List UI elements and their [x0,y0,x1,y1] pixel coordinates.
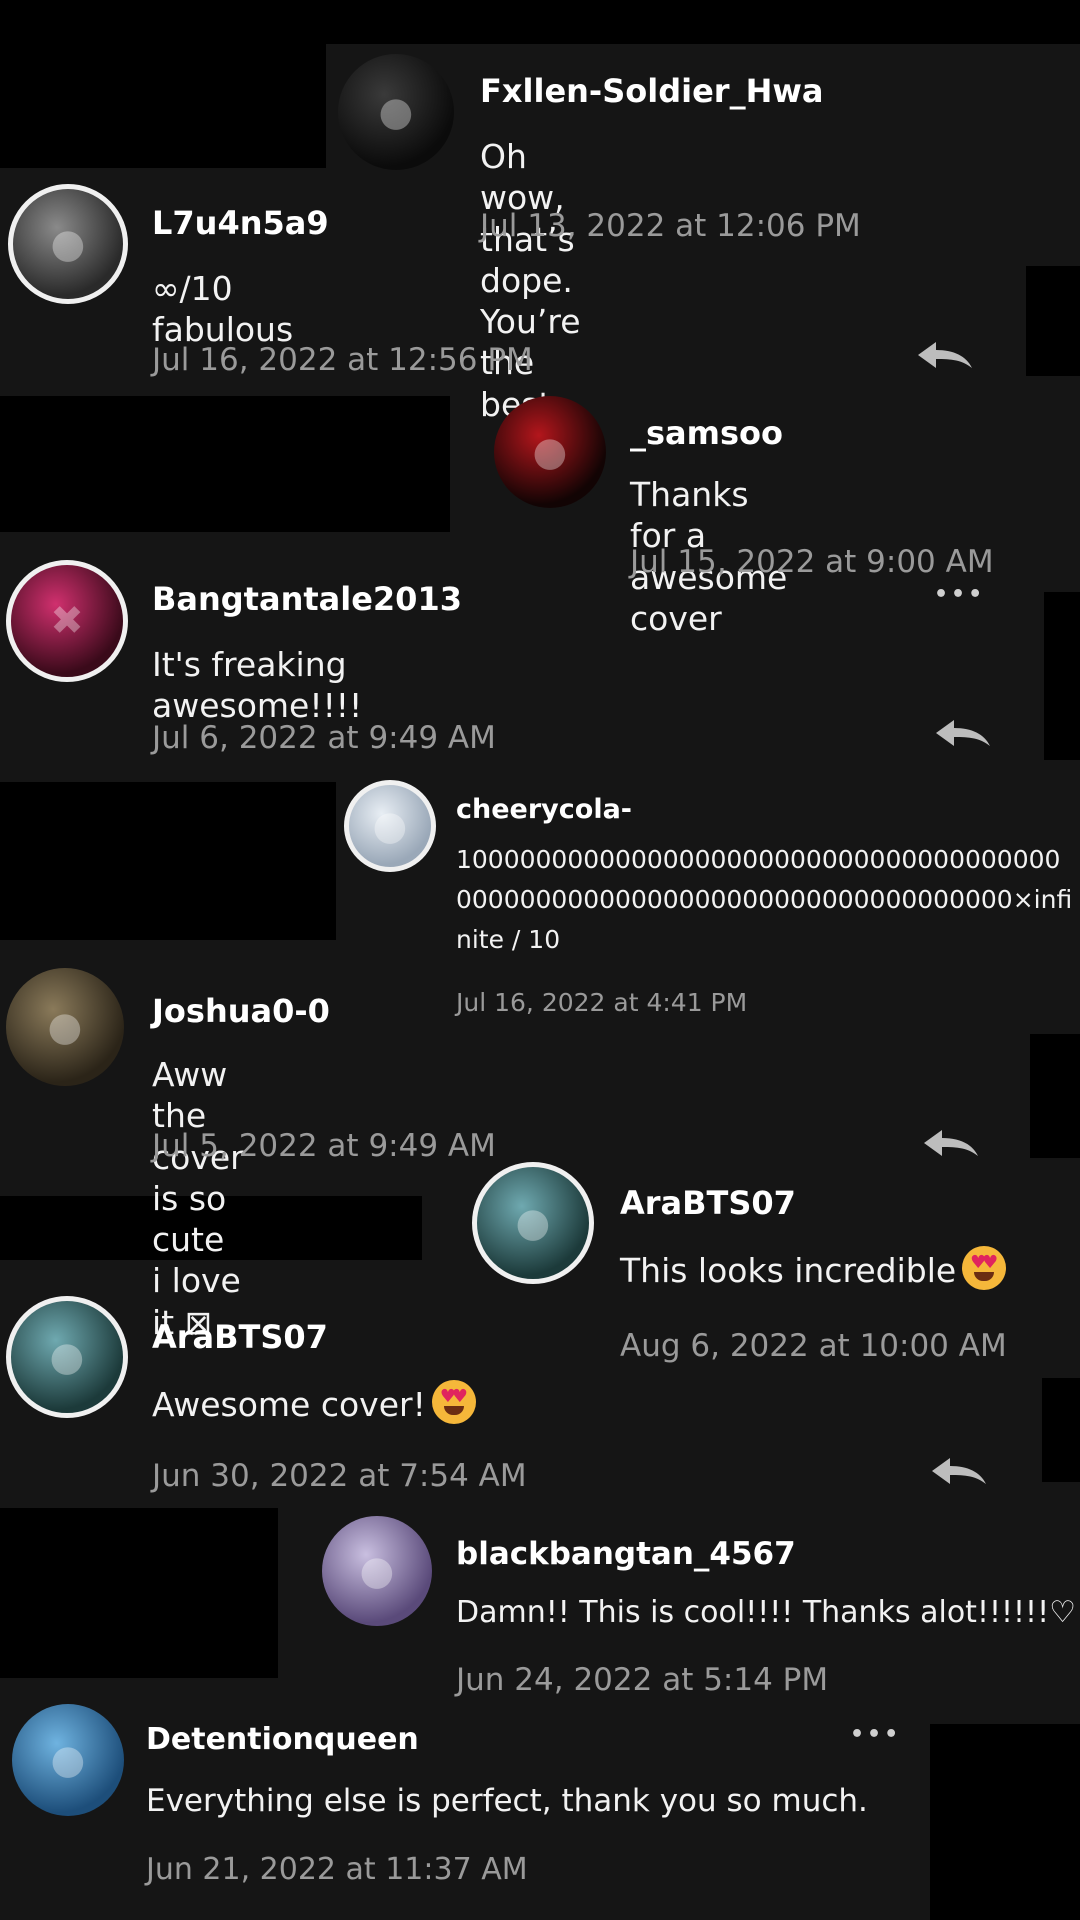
avatar[interactable]: ● [494,396,606,508]
person-icon: ● [515,1200,551,1246]
comment-username[interactable]: blackbangtan_4567 [456,1536,796,1572]
person-icon: ● [50,221,86,267]
avatar[interactable]: ● [6,968,124,1086]
comment-username[interactable]: _samsoo [630,414,783,452]
avatar[interactable]: ● [8,184,128,304]
comment-text: Damn!! This is cool!!!! Thanks alot!!!!!… [456,1595,1076,1630]
comment-text: This looks incredible [620,1246,1007,1291]
comment-timestamp: Jul 13, 2022 at 12:06 PM [480,208,861,244]
comment-username[interactable]: Fxllen-Soldier_Hwa [480,72,824,110]
more-options-icon[interactable]: ••• [934,582,985,607]
comment-username[interactable]: Bangtantale2013 [152,580,462,618]
reply-icon[interactable] [932,716,992,750]
redaction-block [1042,1378,1080,1482]
comment-timestamp: Jul 15, 2022 at 9:00 AM [630,544,994,580]
person-icon: ● [47,1004,83,1050]
avatar[interactable]: ● [322,1516,432,1626]
comment-text: Oh wow, that’s dope. You’re the best. [480,137,581,424]
redaction-block [0,782,336,940]
redaction-block [0,0,1080,44]
avatar[interactable]: ● [472,1162,594,1284]
comment-username[interactable]: Detentionqueen [146,1722,419,1757]
redaction-block [0,44,326,168]
person-icon: ● [50,1737,86,1783]
avatar[interactable]: ● [338,54,454,170]
comment-text: Awesome cover! [152,1380,476,1425]
comment-timestamp: Aug 6, 2022 at 10:00 AM [620,1328,1007,1364]
comment-username[interactable]: AraBTS07 [620,1184,796,1222]
comment-timestamp: Jul 16, 2022 at 12:56 PM [152,342,533,378]
comment-timestamp: Jul 6, 2022 at 9:49 AM [152,720,496,756]
heart-eyes-emoji-icon [431,1380,476,1424]
redaction-block [1044,592,1080,760]
person-icon: ● [359,1548,395,1594]
person-icon: ● [378,89,414,135]
redaction-block [0,396,450,532]
comment-text: Everything else is perfect, thank you so… [146,1783,868,1819]
avatar[interactable]: ● [6,1296,128,1418]
redaction-block [0,1508,278,1678]
person-icon: ● [372,803,408,849]
comment-username[interactable]: Joshua0-0 [152,992,330,1030]
comment-username[interactable]: L7u4n5a9 [152,204,329,242]
comment-text-content: This looks incredible [620,1251,957,1290]
reply-icon[interactable] [928,1454,988,1488]
redaction-block [1030,1034,1080,1158]
reply-icon[interactable] [914,338,974,372]
reply-icon[interactable] [920,1126,980,1160]
redaction-block [930,1724,1080,1920]
comment-text-content: Awesome cover! [152,1385,426,1424]
comment-timestamp: Jun 21, 2022 at 11:37 AM [146,1852,528,1887]
comment-timestamp: Jun 24, 2022 at 5:14 PM [456,1662,829,1698]
comment-text: It's freaking awesome!!!! [152,645,363,726]
comment-text: ∞/10 fabulous [152,269,294,350]
redaction-block [1026,266,1080,376]
avatar[interactable]: ● [12,1704,124,1816]
comment-text: Aww the cover is so cute i love it ⊠ [152,1055,244,1342]
heart-eyes-emoji-icon [962,1246,1007,1290]
more-options-icon[interactable]: ••• [850,1722,901,1747]
comment-username[interactable]: AraBTS07 [152,1318,328,1356]
comment-timestamp: Jul 16, 2022 at 4:41 PM [456,988,748,1017]
avatar[interactable]: ● [344,780,436,872]
comment-text: 1000000000000000000000000000000000000000… [456,845,1073,954]
comment-timestamp: Jul 5, 2022 at 9:49 AM [152,1128,496,1164]
person-icon: ● [49,1334,85,1380]
person-icon: ✖ [50,598,84,644]
comment-username[interactable]: cheerycola- [456,794,632,825]
avatar[interactable]: ✖ [6,560,128,682]
person-icon: ● [532,429,568,475]
comment-timestamp: Jun 30, 2022 at 7:54 AM [152,1458,527,1494]
